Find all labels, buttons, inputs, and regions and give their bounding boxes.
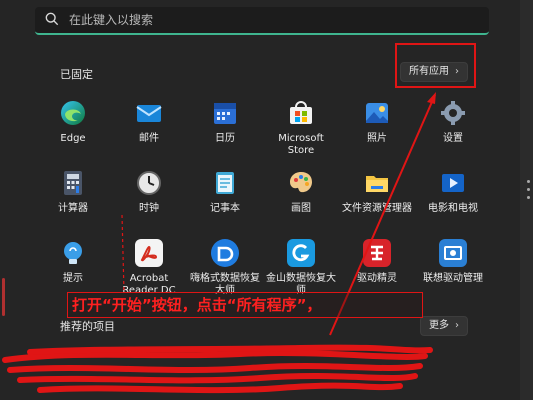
lenovo-icon [439,239,467,267]
app-label: Edge [60,133,86,144]
search-icon [45,11,59,30]
app-label: 提示 [63,273,83,284]
app-label: 记事本 [210,203,240,214]
gear-icon [439,99,467,127]
paint-icon [287,169,315,197]
folder-icon [363,169,391,197]
store-icon [287,99,315,127]
app-label: 联想驱动管理 [423,273,483,284]
search-box[interactable] [35,7,489,35]
movies-icon [439,169,467,197]
app-label: 照片 [367,133,387,144]
pinned-app-paint[interactable]: 画图 [263,165,339,235]
app-label: 时钟 [139,203,159,214]
app-label: 日历 [215,133,235,144]
side-scroll-marker [2,278,5,316]
notepad-icon [211,169,239,197]
photos-icon [363,99,391,127]
clock-icon [135,169,163,197]
pinned-app-notepad[interactable]: 记事本 [187,165,263,235]
scroll-indicator[interactable] [527,180,531,204]
acrobat-icon [135,239,163,267]
highlight-box-all-apps [395,43,476,88]
pinned-app-settings[interactable]: 设置 [415,95,491,165]
calculator-icon [59,169,87,197]
pinned-app-calculator[interactable]: 计算器 [35,165,111,235]
search-input[interactable] [67,12,451,28]
tips-icon [59,239,87,267]
app-label: 驱动精灵 [357,273,397,284]
app-label: 文件资源管理器 [342,203,412,214]
app-label: 邮件 [139,133,159,144]
annotation-caption: 打开“开始”按钮，点击“所有程序”， [67,292,423,318]
pinned-app-photos[interactable]: 照片 [339,95,415,165]
app-label: 画图 [291,203,311,214]
pinned-title: 已固定 [60,68,93,81]
redaction-scribble [2,344,433,394]
recovery-icon [211,239,239,267]
pinned-app-store[interactable]: Microsoft Store [263,95,339,165]
kingsoft-icon [287,239,315,267]
app-label: 设置 [443,133,463,144]
pinned-app-calendar[interactable]: 日历 [187,95,263,165]
app-label: Microsoft Store [278,133,324,156]
pinned-app-movies-tv[interactable]: 电影和电视 [415,165,491,235]
app-label: 电影和电视 [428,203,478,214]
pinned-app-file-explorer[interactable]: 文件资源管理器 [339,165,415,235]
calendar-icon [211,99,239,127]
pinned-app-edge[interactable]: Edge [35,95,111,165]
pinned-app-clock[interactable]: 时钟 [111,165,187,235]
pinned-app-lenovo-driver[interactable]: 联想驱动管理 [415,235,491,305]
edge-icon [59,99,87,127]
app-label: 计算器 [58,203,88,214]
driver-icon [363,239,391,267]
pinned-apps-grid: Edge 邮件 日历 Microsoft Store 照片 设置 计算器 时钟 … [35,95,491,305]
pinned-app-mail[interactable]: 邮件 [111,95,187,165]
mail-icon [135,99,163,127]
